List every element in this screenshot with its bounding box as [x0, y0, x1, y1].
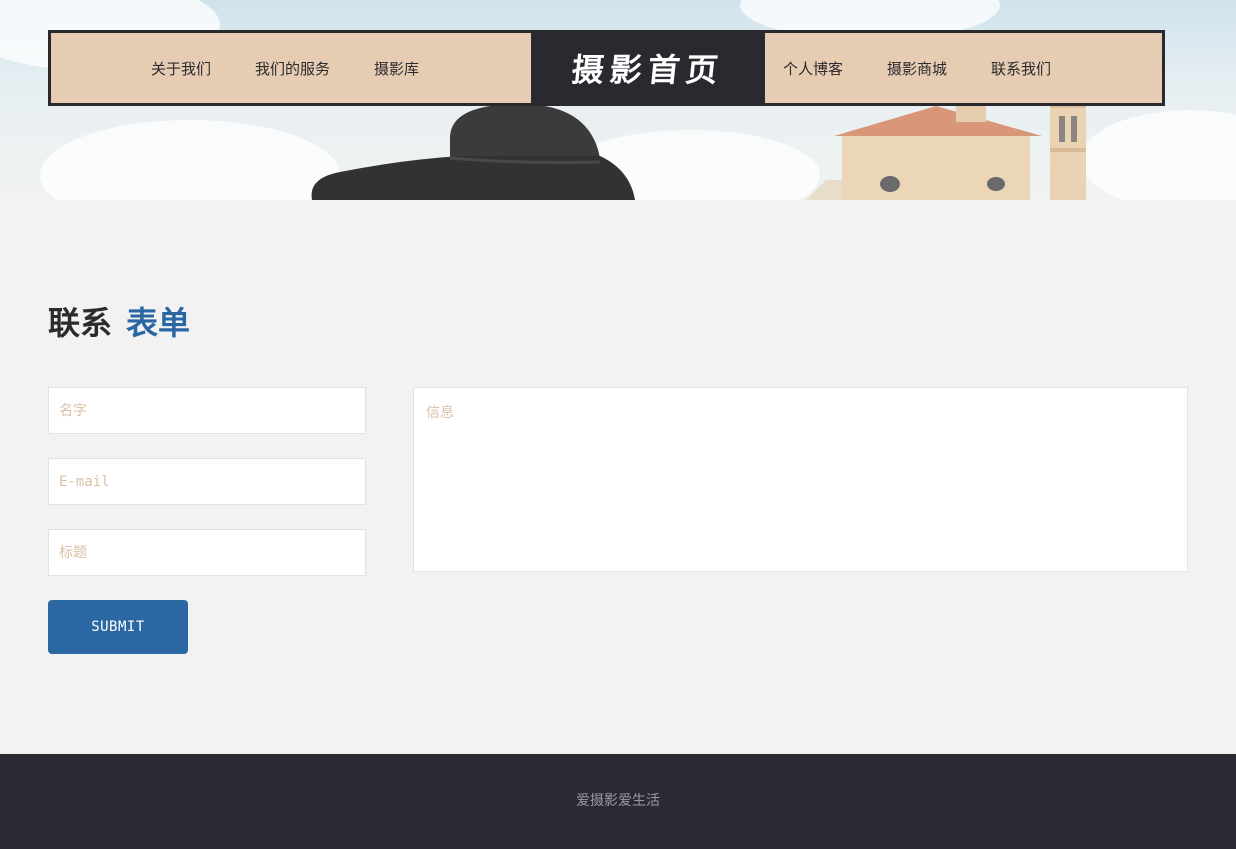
hat-image — [311, 104, 635, 200]
nav-link-our-services[interactable]: 我们的服务 — [255, 58, 330, 79]
message-textarea[interactable] — [413, 387, 1188, 572]
cloud-shape — [40, 120, 340, 200]
page-footer: 爱摄影爱生活 — [0, 754, 1236, 849]
email-input[interactable] — [48, 458, 366, 505]
nav-right-group: 个人博客 摄影商城 联系我们 — [765, 33, 1162, 103]
submit-button[interactable]: SUBMIT — [48, 600, 188, 654]
brand-title: 摄影首页 — [569, 51, 726, 89]
nav-link-about-us[interactable]: 关于我们 — [151, 58, 211, 79]
footer-text: 爱摄影爱生活 — [576, 793, 660, 809]
subject-input[interactable] — [48, 529, 366, 576]
nav-link-shop[interactable]: 摄影商城 — [887, 58, 947, 79]
nav-link-blog[interactable]: 个人博客 — [783, 58, 843, 79]
section-title-accent: 表单 — [126, 304, 191, 342]
building-image — [806, 98, 1086, 200]
section-title-dark: 联系 — [48, 304, 113, 342]
name-input[interactable] — [48, 387, 366, 434]
main-navbar: 关于我们 我们的服务 摄影库 摄影首页 个人博客 摄影商城 联系我们 — [48, 30, 1165, 106]
brand-logo[interactable]: 摄影首页 — [531, 30, 765, 106]
contact-section: 联系表单 SUBMIT — [0, 200, 1236, 754]
nav-link-gallery[interactable]: 摄影库 — [374, 58, 419, 79]
nav-left-group: 关于我们 我们的服务 摄影库 — [51, 33, 531, 103]
section-title: 联系 表单 — [48, 298, 190, 344]
nav-link-contact[interactable]: 联系我们 — [991, 58, 1051, 79]
hero-banner: 关于我们 我们的服务 摄影库 摄影首页 个人博客 摄影商城 联系我们 — [0, 0, 1236, 200]
